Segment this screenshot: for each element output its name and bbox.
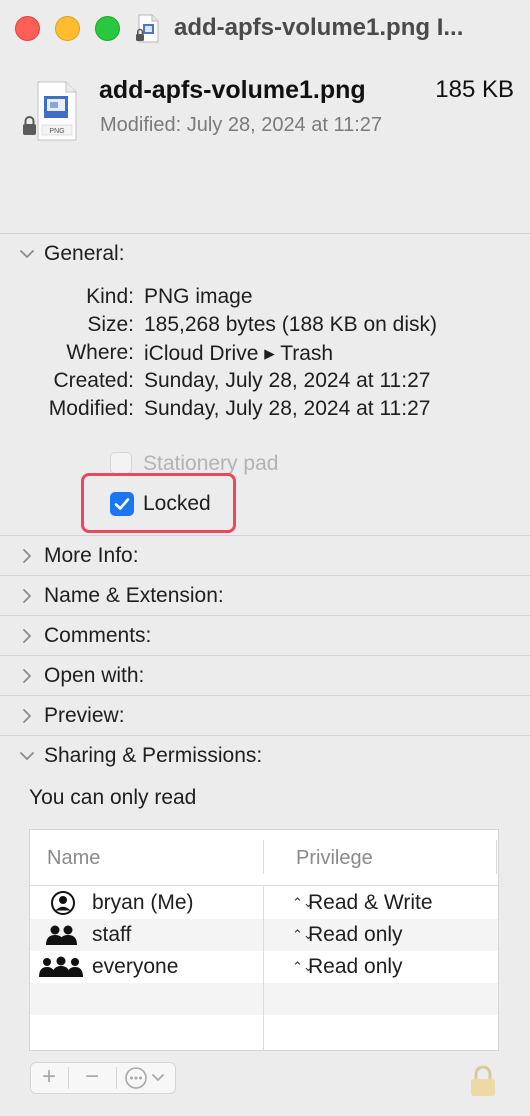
created-label: Created: <box>53 369 134 392</box>
privilege-value: Read only <box>308 923 403 946</box>
add-button[interactable]: + <box>31 1063 67 1093</box>
section-name-extension[interactable]: Name & Extension: <box>0 577 530 615</box>
row-user-name: bryan (Me) <box>92 891 194 914</box>
checkmark-icon <box>114 498 130 510</box>
ellipsis-circle-icon <box>125 1067 164 1089</box>
privilege-popup[interactable]: ⌃⌄Read only <box>292 955 403 979</box>
divider <box>0 575 530 576</box>
kind-label: Kind: <box>86 285 134 308</box>
permissions-toolbar: + − <box>30 1062 176 1094</box>
section-comments-label: Comments: <box>44 624 152 647</box>
zoom-button[interactable] <box>95 16 120 41</box>
updown-chevron-icon: ⌃⌄ <box>292 959 314 974</box>
divider <box>0 655 530 656</box>
locked-checkbox[interactable] <box>110 492 134 516</box>
chevron-down-icon <box>20 752 34 760</box>
modified-value: Sunday, July 28, 2024 at 11:27 <box>144 397 431 420</box>
divider <box>0 233 530 234</box>
size-label: Size: <box>87 313 134 336</box>
locked-label: Locked <box>143 492 211 515</box>
where-value: iCloud Drive ▸ Trash <box>144 342 334 365</box>
file-size: 185 KB <box>435 76 514 103</box>
column-separator <box>263 886 264 1050</box>
privilege-value: Read & Write <box>308 891 433 914</box>
divider <box>0 695 530 696</box>
file-modified-date: Modified: July 28, 2024 at 11:27 <box>100 114 383 136</box>
size-value: 185,268 bytes (188 KB on disk) <box>144 313 438 336</box>
section-open-with-label: Open with: <box>44 664 145 687</box>
permissions-table: Name Privilege bryan (Me) ⌃⌄Read & Write… <box>29 829 499 1051</box>
png-file-icon: PNG <box>23 81 77 141</box>
table-row[interactable]: staff ⌃⌄Read only <box>30 919 498 951</box>
section-sharing-permissions-label: Sharing & Permissions: <box>44 744 263 767</box>
group-icon <box>46 925 77 945</box>
section-preview-label: Preview: <box>44 704 125 727</box>
column-header-privilege[interactable]: Privilege <box>296 847 373 870</box>
updown-chevron-icon: ⌃⌄ <box>292 927 314 942</box>
action-menu-button[interactable] <box>117 1063 175 1093</box>
png-file-icon <box>136 14 159 43</box>
column-header-name[interactable]: Name <box>47 847 100 870</box>
chevron-right-icon <box>23 549 31 563</box>
remove-button[interactable]: − <box>69 1063 115 1093</box>
minimize-button[interactable] <box>55 16 80 41</box>
close-button[interactable] <box>15 16 40 41</box>
chevron-right-icon <box>23 589 31 603</box>
header-divider <box>30 885 498 886</box>
table-row[interactable]: bryan (Me) ⌃⌄Read & Write <box>30 887 498 919</box>
chevron-right-icon <box>23 629 31 643</box>
section-more-info[interactable]: More Info: <box>0 537 530 575</box>
privilege-popup[interactable]: ⌃⌄Read & Write <box>292 891 433 915</box>
file-type-badge: PNG <box>49 128 64 135</box>
created-value: Sunday, July 28, 2024 at 11:27 <box>144 369 431 392</box>
updown-chevron-icon: ⌃⌄ <box>292 895 314 910</box>
empty-row <box>30 1015 498 1047</box>
user-icon <box>51 891 75 915</box>
row-user-name: everyone <box>92 955 179 978</box>
privilege-value: Read only <box>308 955 403 978</box>
section-general-label: General: <box>44 242 125 265</box>
section-name-extension-label: Name & Extension: <box>44 584 224 607</box>
row-user-name: staff <box>92 923 132 946</box>
column-divider <box>496 840 497 874</box>
file-name: add-apfs-volume1.png <box>99 76 366 104</box>
section-preview[interactable]: Preview: <box>0 697 530 735</box>
section-open-with[interactable]: Open with: <box>0 657 530 695</box>
window-title: add-apfs-volume1.png I... <box>174 14 464 41</box>
chevron-down-icon <box>20 250 34 258</box>
title-bar: add-apfs-volume1.png I... <box>0 0 530 56</box>
divider <box>0 735 530 736</box>
divider <box>0 615 530 616</box>
everyone-icon <box>39 956 83 977</box>
divider <box>0 535 530 536</box>
kind-value: PNG image <box>144 285 253 308</box>
empty-row <box>30 983 498 1015</box>
where-label: Where: <box>66 341 134 364</box>
section-more-info-label: More Info: <box>44 544 139 567</box>
privilege-popup[interactable]: ⌃⌄Read only <box>292 923 403 947</box>
permission-note: You can only read <box>29 786 197 809</box>
modified-label: Modified: <box>48 397 134 420</box>
chevron-right-icon <box>23 709 31 723</box>
padlock-icon[interactable] <box>468 1064 498 1098</box>
section-sharing-permissions[interactable]: Sharing & Permissions: <box>0 737 530 775</box>
section-general[interactable]: General: <box>0 235 530 273</box>
table-row[interactable]: everyone ⌃⌄Read only <box>30 951 498 983</box>
stationery-pad-checkbox[interactable] <box>110 452 132 474</box>
chevron-right-icon <box>23 669 31 683</box>
section-comments[interactable]: Comments: <box>0 617 530 655</box>
column-divider <box>263 840 264 874</box>
